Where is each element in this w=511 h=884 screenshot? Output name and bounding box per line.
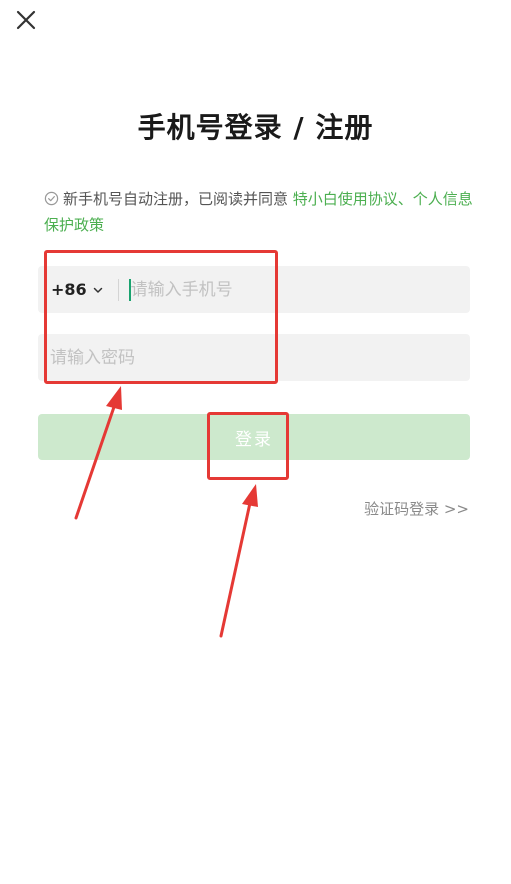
sms-login-link[interactable]: 验证码登录 >> <box>364 498 469 519</box>
agreement-text: 新手机号自动注册，已阅读并同意 特小白使用协议、个人信息保护政策 <box>44 186 474 238</box>
close-button[interactable] <box>14 8 38 32</box>
close-icon <box>16 10 36 30</box>
annotation-box-inputs <box>44 250 278 384</box>
agreement-label: 新手机号自动注册，已阅读并同意 <box>63 190 293 208</box>
annotation-arrow-right <box>219 484 258 638</box>
page-title: 手机号登录 / 注册 <box>137 111 374 144</box>
login-page: 手机号登录 / 注册 新手机号自动注册，已阅读并同意 特小白使用协议、个人信息保… <box>0 0 511 884</box>
check-circle-icon <box>44 191 59 206</box>
agreement-checkbox[interactable] <box>44 191 59 206</box>
annotation-box-button <box>207 412 289 480</box>
